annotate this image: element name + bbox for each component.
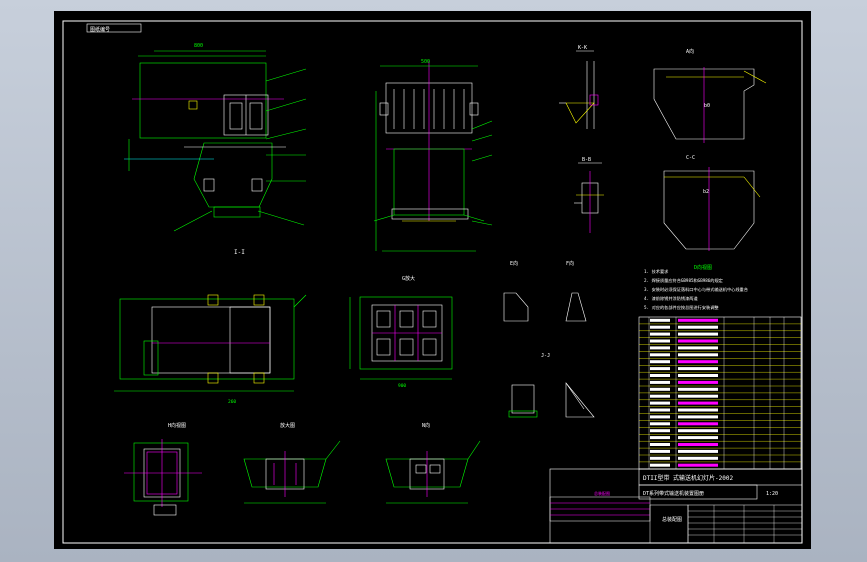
parts-row-code bbox=[650, 387, 670, 391]
parts-row-code bbox=[650, 318, 670, 322]
parts-row-text bbox=[678, 436, 718, 440]
parts-row-code bbox=[650, 380, 670, 384]
drawing-code: DT系列带式输送机装置图册 bbox=[643, 490, 704, 497]
dim-plan: 260 bbox=[228, 399, 236, 405]
view-label-f: F向 bbox=[566, 260, 574, 267]
parts-row-text bbox=[678, 394, 718, 398]
view-m: 放大图 bbox=[243, 422, 341, 504]
parts-row-code bbox=[650, 408, 670, 412]
note-1: 1. 技术要求 bbox=[644, 268, 669, 275]
technical-notes: 1. 技术要求 2. 焊接质量应符合GB985和GB986的规定 3. 安装时必… bbox=[644, 268, 749, 311]
parts-row-text bbox=[678, 325, 718, 329]
view-label-e: E向 bbox=[510, 260, 518, 267]
view-label-kk: K-K bbox=[578, 45, 587, 51]
parts-row-code bbox=[650, 367, 670, 371]
parts-row-text bbox=[678, 353, 718, 357]
parts-row-code bbox=[650, 463, 670, 467]
parts-row-text bbox=[678, 443, 718, 446]
parts-row-text bbox=[678, 387, 718, 391]
small-details: E向 F向 J-J bbox=[503, 260, 595, 418]
view-g-grid: G放大 900 bbox=[349, 275, 453, 389]
sheet-tab-label: 图纸编号 bbox=[90, 26, 110, 33]
dim-b0: b0 bbox=[704, 103, 710, 109]
parts-row-text bbox=[678, 360, 718, 364]
parts-list-rows bbox=[639, 317, 801, 469]
view-label-h: H向视图 bbox=[168, 422, 186, 429]
drawing-scale: 1:20 bbox=[766, 491, 778, 497]
view-label-front: I-I bbox=[234, 249, 245, 256]
parts-row-text bbox=[678, 332, 718, 336]
parts-row-text bbox=[678, 463, 718, 467]
parts-row-code bbox=[650, 449, 670, 453]
parts-row-text bbox=[678, 408, 718, 412]
plan-view: 260 bbox=[114, 294, 307, 405]
view-h: H向视图 bbox=[124, 422, 202, 516]
parts-row-code bbox=[650, 456, 670, 460]
detail-bb: B-B bbox=[574, 157, 604, 233]
parts-row-text bbox=[678, 401, 718, 405]
parts-row-code bbox=[650, 429, 670, 433]
note-2: 2. 焊接质量应符合GB985和GB986的规定 bbox=[644, 277, 723, 284]
parts-row-code bbox=[650, 325, 670, 329]
parts-row-text bbox=[678, 422, 718, 426]
parts-row-text bbox=[678, 318, 718, 322]
dim-side-top: 500 bbox=[421, 59, 430, 65]
parts-row-text bbox=[678, 429, 718, 433]
parts-row-code bbox=[650, 436, 670, 440]
parts-row-text bbox=[678, 415, 718, 419]
dim-top: 800 bbox=[194, 43, 203, 49]
cad-drawing-canvas[interactable]: 图纸编号 I-I 800 500 K-K B-B A向 b0 C-C b2 D向… bbox=[54, 11, 811, 549]
parts-row-text bbox=[678, 339, 718, 343]
cad-drawing: 图纸编号 I-I 800 500 K-K B-B A向 b0 C-C b2 D向… bbox=[62, 20, 803, 544]
parts-row-text bbox=[678, 367, 718, 371]
drawing-title: DTII型带 式输送机幻灯片-2002 bbox=[643, 474, 734, 482]
sheet-name: 总装配图 bbox=[662, 516, 682, 523]
parts-row-code bbox=[650, 332, 670, 336]
parts-row-code bbox=[650, 394, 670, 398]
parts-row-text bbox=[678, 346, 718, 350]
parts-row-text bbox=[678, 456, 718, 460]
view-label-n: N向 bbox=[422, 422, 430, 429]
stamp-label: 总装配图 bbox=[594, 490, 610, 496]
parts-row-code bbox=[650, 415, 670, 419]
parts-row-code bbox=[650, 353, 670, 357]
parts-row-code bbox=[650, 401, 670, 405]
parts-row-text bbox=[678, 374, 718, 377]
title-block: DTII型带 式输送机幻灯片-2002 DT系列带式输送机装置图册 1:20 总… bbox=[549, 468, 803, 544]
note-4: 4. 漆前除锈并涂防锈漆两道 bbox=[644, 295, 698, 302]
parts-row-code bbox=[650, 360, 670, 364]
note-3: 3. 安装时必须保证落料口中心与带式输送机中心线重合 bbox=[644, 286, 749, 293]
detail-kk: K-K bbox=[559, 45, 599, 129]
parts-row-code bbox=[650, 339, 670, 343]
parts-row-text bbox=[678, 449, 718, 453]
front-view: I-I 800 bbox=[124, 43, 307, 256]
view-label-bb: B-B bbox=[582, 157, 591, 163]
dim-grid: 900 bbox=[398, 383, 406, 389]
view-label-a: A向 bbox=[686, 48, 694, 55]
parts-row-code bbox=[650, 443, 670, 446]
view-label-j: J-J bbox=[541, 353, 550, 359]
view-a-hopper: A向 b0 bbox=[653, 48, 767, 143]
parts-row-code bbox=[650, 346, 670, 350]
parts-row-code bbox=[650, 422, 670, 426]
view-label-g: G放大 bbox=[402, 275, 415, 282]
view-label-d: D向视图 bbox=[694, 264, 712, 271]
parts-row-text bbox=[678, 380, 718, 384]
view-label-m: 放大图 bbox=[280, 422, 295, 429]
note-5: 5. 对应的各部件应按总图进行安装调整 bbox=[644, 304, 719, 311]
view-c-hopper: C-C b2 D向视图 bbox=[663, 155, 761, 271]
parts-row-code bbox=[650, 374, 670, 377]
side-view: 500 bbox=[373, 59, 493, 252]
parts-list bbox=[638, 316, 802, 470]
dim-b2: b2 bbox=[703, 189, 709, 195]
view-label-c: C-C bbox=[686, 155, 695, 161]
view-n: N向 bbox=[385, 422, 481, 504]
